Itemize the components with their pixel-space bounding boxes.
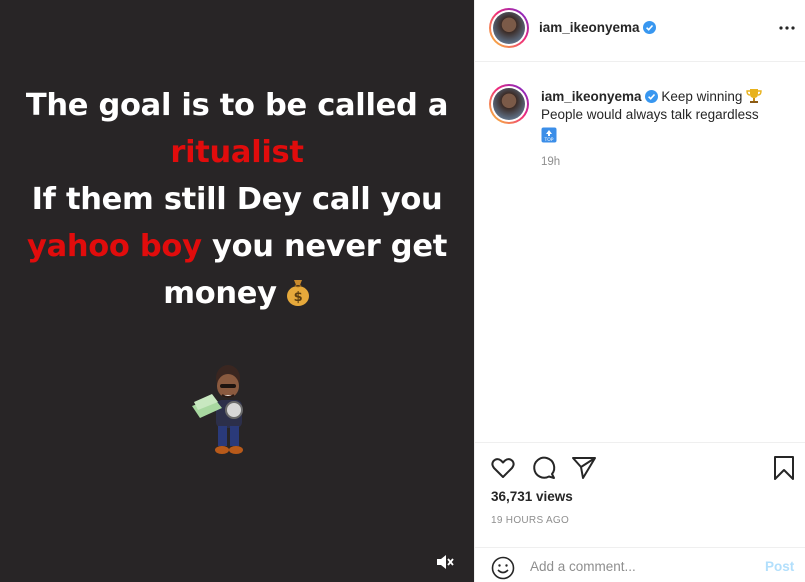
comment-bar: Post bbox=[475, 547, 805, 582]
views-count[interactable]: 36,731 views bbox=[491, 489, 573, 504]
top-arrow-icon: TOP bbox=[541, 127, 557, 143]
man-with-money-sticker bbox=[192, 365, 243, 454]
more-options-icon[interactable] bbox=[777, 18, 797, 38]
post-time[interactable]: 19h bbox=[541, 156, 560, 168]
caption-username[interactable]: iam_ikeonyema bbox=[541, 89, 642, 104]
share-direct-icon[interactable] bbox=[571, 455, 597, 481]
quote-red-phrase: yahoo boy bbox=[27, 229, 202, 264]
comment-icon[interactable] bbox=[531, 455, 557, 481]
quote-line-3: If them still Dey call you bbox=[31, 182, 443, 217]
header-username[interactable]: iam_ikeonyema bbox=[539, 20, 656, 35]
verified-badge-icon bbox=[644, 90, 658, 103]
overlay-quote: The goal is to be called a ritualist If … bbox=[0, 82, 474, 317]
quote-line-5: money $ bbox=[0, 270, 474, 317]
speaker-muted-icon[interactable] bbox=[436, 554, 454, 570]
avatar[interactable] bbox=[489, 8, 529, 48]
save-bookmark-icon[interactable] bbox=[771, 455, 797, 481]
quote-line-1: The goal is to be called a bbox=[25, 88, 449, 123]
money-bag-icon: $ bbox=[286, 280, 309, 306]
quote-line-2: ritualist bbox=[170, 135, 304, 170]
post-actions: 36,731 views 19 HOURS AGO Post bbox=[475, 442, 805, 582]
posted-ago[interactable]: 19 HOURS AGO bbox=[491, 515, 569, 526]
post-comment-button[interactable]: Post bbox=[765, 559, 794, 574]
verified-badge-icon bbox=[642, 21, 656, 34]
quote-line-4: yahoo boy you never get bbox=[0, 223, 474, 270]
header-username-text[interactable]: iam_ikeonyema bbox=[539, 20, 640, 35]
caption-text-2: People would always talk regardless bbox=[541, 107, 759, 122]
svg-text:$: $ bbox=[293, 290, 302, 305]
post-header: iam_ikeonyema bbox=[475, 0, 805, 62]
quote-line-5-text: money bbox=[163, 276, 277, 311]
caption-avatar[interactable] bbox=[489, 84, 529, 124]
post-caption: iam_ikeonyema Keep winning People would … bbox=[541, 88, 791, 145]
like-heart-icon[interactable] bbox=[490, 455, 516, 481]
video-media[interactable]: The goal is to be called a ritualist If … bbox=[0, 0, 474, 582]
post-sidebar: iam_ikeonyema iam_ikeonyema Keep winning… bbox=[474, 0, 805, 582]
svg-text:TOP: TOP bbox=[543, 137, 553, 143]
emoji-smile-icon[interactable] bbox=[491, 556, 515, 580]
quote-line-4-rest: you never get bbox=[201, 229, 447, 264]
caption-text-1: Keep winning bbox=[661, 89, 743, 104]
trophy-icon bbox=[746, 89, 762, 103]
comment-input[interactable] bbox=[530, 555, 750, 577]
